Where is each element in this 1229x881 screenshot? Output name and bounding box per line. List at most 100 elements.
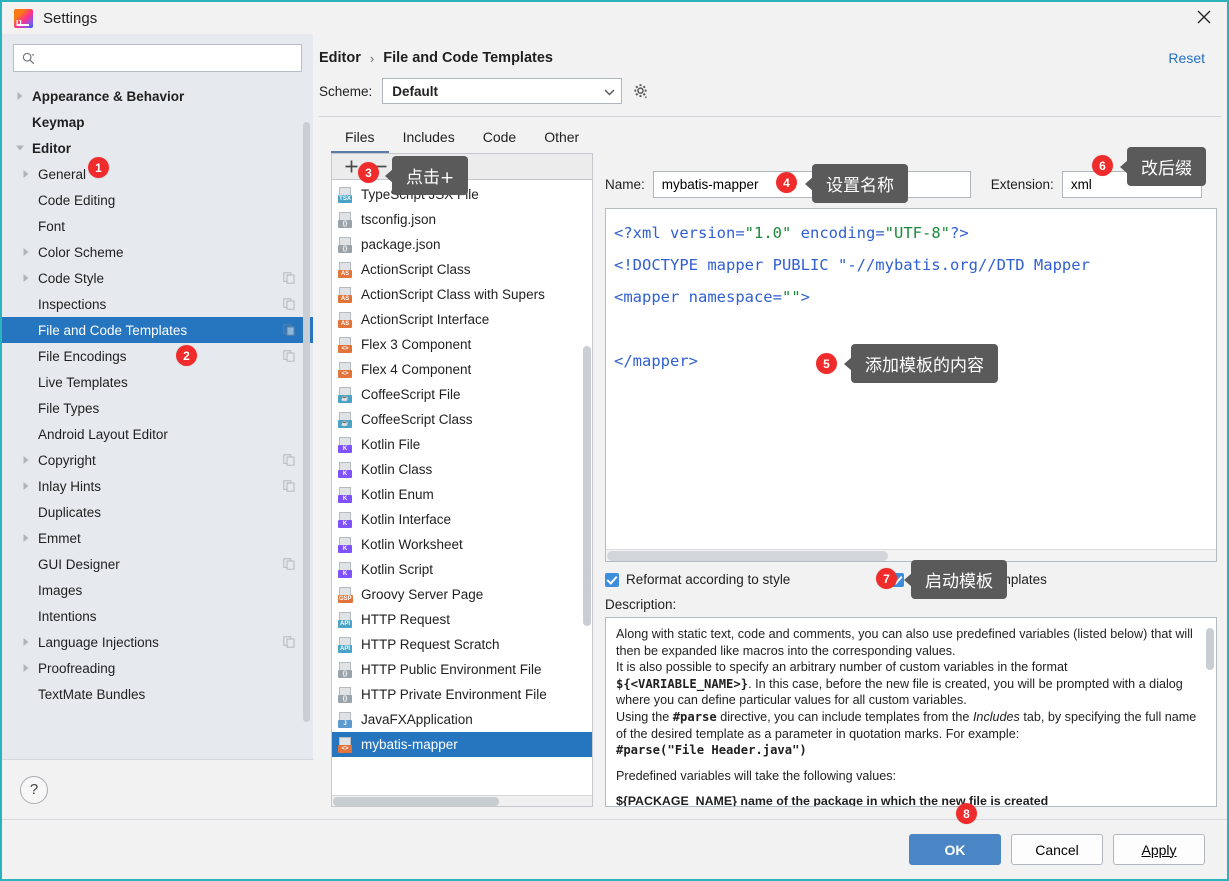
chevron-right-icon[interactable] — [20, 532, 32, 544]
template-list-item-label: package.json — [361, 237, 441, 252]
sidebar-item-font[interactable]: Font — [2, 213, 313, 239]
apply-button[interactable]: Apply — [1113, 834, 1205, 865]
template-list-item[interactable]: AS ActionScript Interface — [332, 307, 592, 332]
chevron-right-icon[interactable] — [20, 168, 32, 180]
sidebar-item-code-style[interactable]: Code Style — [2, 265, 313, 291]
sidebar-item-label: Font — [38, 218, 66, 234]
sidebar-scrollbar[interactable] — [303, 122, 310, 722]
search-box[interactable] — [13, 44, 302, 72]
extension-label: Extension: — [990, 177, 1054, 192]
chevron-right-icon[interactable] — [20, 636, 32, 648]
template-list-column: TSXTypeScript JSX File{}tsconfig.json{}p… — [331, 153, 593, 807]
chevron-right-icon[interactable] — [20, 246, 32, 258]
tab-includes[interactable]: Includes — [389, 125, 469, 153]
cancel-button[interactable]: Cancel — [1011, 834, 1103, 865]
sidebar-item-inlay-hints[interactable]: Inlay Hints — [2, 473, 313, 499]
chevron-down-icon[interactable] — [14, 142, 26, 154]
file-list-hscrollbar[interactable] — [332, 795, 592, 806]
name-label: Name: — [605, 177, 645, 192]
chevron-right-icon — [23, 170, 29, 178]
chevron-right-icon[interactable] — [20, 454, 32, 466]
copy-indicator-icon — [283, 324, 295, 336]
sidebar-item-color-scheme[interactable]: Color Scheme — [2, 239, 313, 265]
template-list-item[interactable]: API HTTP Request — [332, 607, 592, 632]
sidebar-item-file-and-code-templates[interactable]: File and Code Templates — [2, 317, 313, 343]
template-list-item-label: mybatis-mapper — [361, 737, 458, 752]
template-list-item[interactable]: K Kotlin Class — [332, 457, 592, 482]
sidebar-item-label: Intentions — [38, 608, 97, 624]
template-list-item[interactable]: {} HTTP Public Environment File — [332, 657, 592, 682]
breadcrumb-root[interactable]: Editor — [319, 50, 361, 66]
sidebar-item-copyright[interactable]: Copyright — [2, 447, 313, 473]
template-list-item[interactable]: K Kotlin File — [332, 432, 592, 457]
reformat-checkbox-label: Reformat according to style — [626, 572, 791, 587]
tab-code[interactable]: Code — [469, 125, 530, 153]
scheme-dropdown[interactable]: Default — [382, 78, 623, 104]
help-button[interactable]: ? — [20, 775, 48, 804]
sidebar-item-emmet[interactable]: Emmet — [2, 525, 313, 551]
reset-link[interactable]: Reset — [1168, 50, 1211, 66]
template-list-item[interactable]: J JavaFXApplication — [332, 707, 592, 732]
sidebar-item-inspections[interactable]: Inspections — [2, 291, 313, 317]
template-list-item[interactable]: K Kotlin Script — [332, 557, 592, 582]
code-hscrollbar[interactable] — [606, 549, 1216, 561]
template-list-item[interactable]: ☕ CoffeeScript File — [332, 382, 592, 407]
close-icon[interactable] — [1181, 2, 1227, 32]
template-list-item[interactable]: {} package.json — [332, 232, 592, 257]
sidebar-item-keymap[interactable]: Keymap — [2, 109, 313, 135]
gear-icon[interactable] — [632, 83, 649, 100]
sidebar-item-language-injections[interactable]: Language Injections — [2, 629, 313, 655]
template-list-item-label: CoffeeScript File — [361, 387, 461, 402]
template-list-item[interactable]: AS ActionScript Class with Supers — [332, 282, 592, 307]
template-list-item[interactable]: <> Flex 3 Component — [332, 332, 592, 357]
sidebar-item-proofreading[interactable]: Proofreading — [2, 655, 313, 681]
copy-indicator-icon — [283, 454, 295, 466]
chevron-right-icon[interactable] — [14, 90, 26, 102]
sidebar-item-intentions[interactable]: Intentions — [2, 603, 313, 629]
template-list-item[interactable]: GSP Groovy Server Page — [332, 582, 592, 607]
chevron-right-icon[interactable] — [20, 272, 32, 284]
sidebar-item-file-encodings[interactable]: File Encodings — [2, 343, 313, 369]
template-list-item-label: ActionScript Interface — [361, 312, 490, 327]
sidebar-item-file-types[interactable]: File Types — [2, 395, 313, 421]
template-file-list[interactable]: TSXTypeScript JSX File{}tsconfig.json{}p… — [331, 179, 593, 807]
sidebar-item-images[interactable]: Images — [2, 577, 313, 603]
template-list-item[interactable]: {} tsconfig.json — [332, 207, 592, 232]
sidebar-item-live-templates[interactable]: Live Templates — [2, 369, 313, 395]
template-code-editor[interactable]: <?xml version="1.0" encoding="UTF-8"?> <!… — [605, 208, 1217, 562]
reformat-checkbox[interactable]: Reformat according to style — [605, 572, 790, 587]
search-input[interactable] — [35, 49, 301, 67]
template-list-item[interactable]: <> mybatis-mapper — [332, 732, 592, 757]
template-list-item[interactable]: AS ActionScript Class — [332, 257, 592, 282]
template-list-item[interactable]: <> Flex 4 Component — [332, 357, 592, 382]
file-type-icon: AS — [338, 261, 354, 278]
template-list-item[interactable]: K Kotlin Worksheet — [332, 532, 592, 557]
file-type-icon: {} — [338, 686, 354, 703]
sidebar-item-general[interactable]: General — [2, 161, 313, 187]
sidebar-item-android-layout-editor[interactable]: Android Layout Editor — [2, 421, 313, 447]
sidebar-item-appearance-behavior[interactable]: Appearance & Behavior — [2, 83, 313, 109]
chevron-right-icon[interactable] — [20, 662, 32, 674]
tab-files[interactable]: Files — [331, 125, 389, 153]
chevron-right-icon[interactable] — [20, 480, 32, 492]
sidebar-item-code-editing[interactable]: Code Editing — [2, 187, 313, 213]
sidebar-item-gui-designer[interactable]: GUI Designer — [2, 551, 313, 577]
template-list-item[interactable]: API HTTP Request Scratch — [332, 632, 592, 657]
copy-indicator-icon — [283, 324, 295, 336]
description-scrollbar[interactable] — [1206, 628, 1214, 670]
sidebar-item-textmate-bundles[interactable]: TextMate Bundles — [2, 681, 313, 707]
plus-icon[interactable] — [344, 159, 359, 174]
template-list-item[interactable]: {} HTTP Private Environment File — [332, 682, 592, 707]
tab-other[interactable]: Other — [530, 125, 593, 153]
template-list-item[interactable]: ☕ CoffeeScript Class — [332, 407, 592, 432]
template-list-item[interactable]: K Kotlin Enum — [332, 482, 592, 507]
file-list-scrollbar[interactable] — [583, 346, 591, 626]
template-list-item[interactable]: K Kotlin Interface — [332, 507, 592, 532]
sidebar-item-duplicates[interactable]: Duplicates — [2, 499, 313, 525]
sidebar-item-editor[interactable]: Editor — [2, 135, 313, 161]
annotation-callout-7: 启动模板 — [911, 560, 1007, 599]
annotation-callout-3: 点击+ — [392, 156, 469, 195]
ok-button[interactable]: OK — [909, 834, 1001, 865]
